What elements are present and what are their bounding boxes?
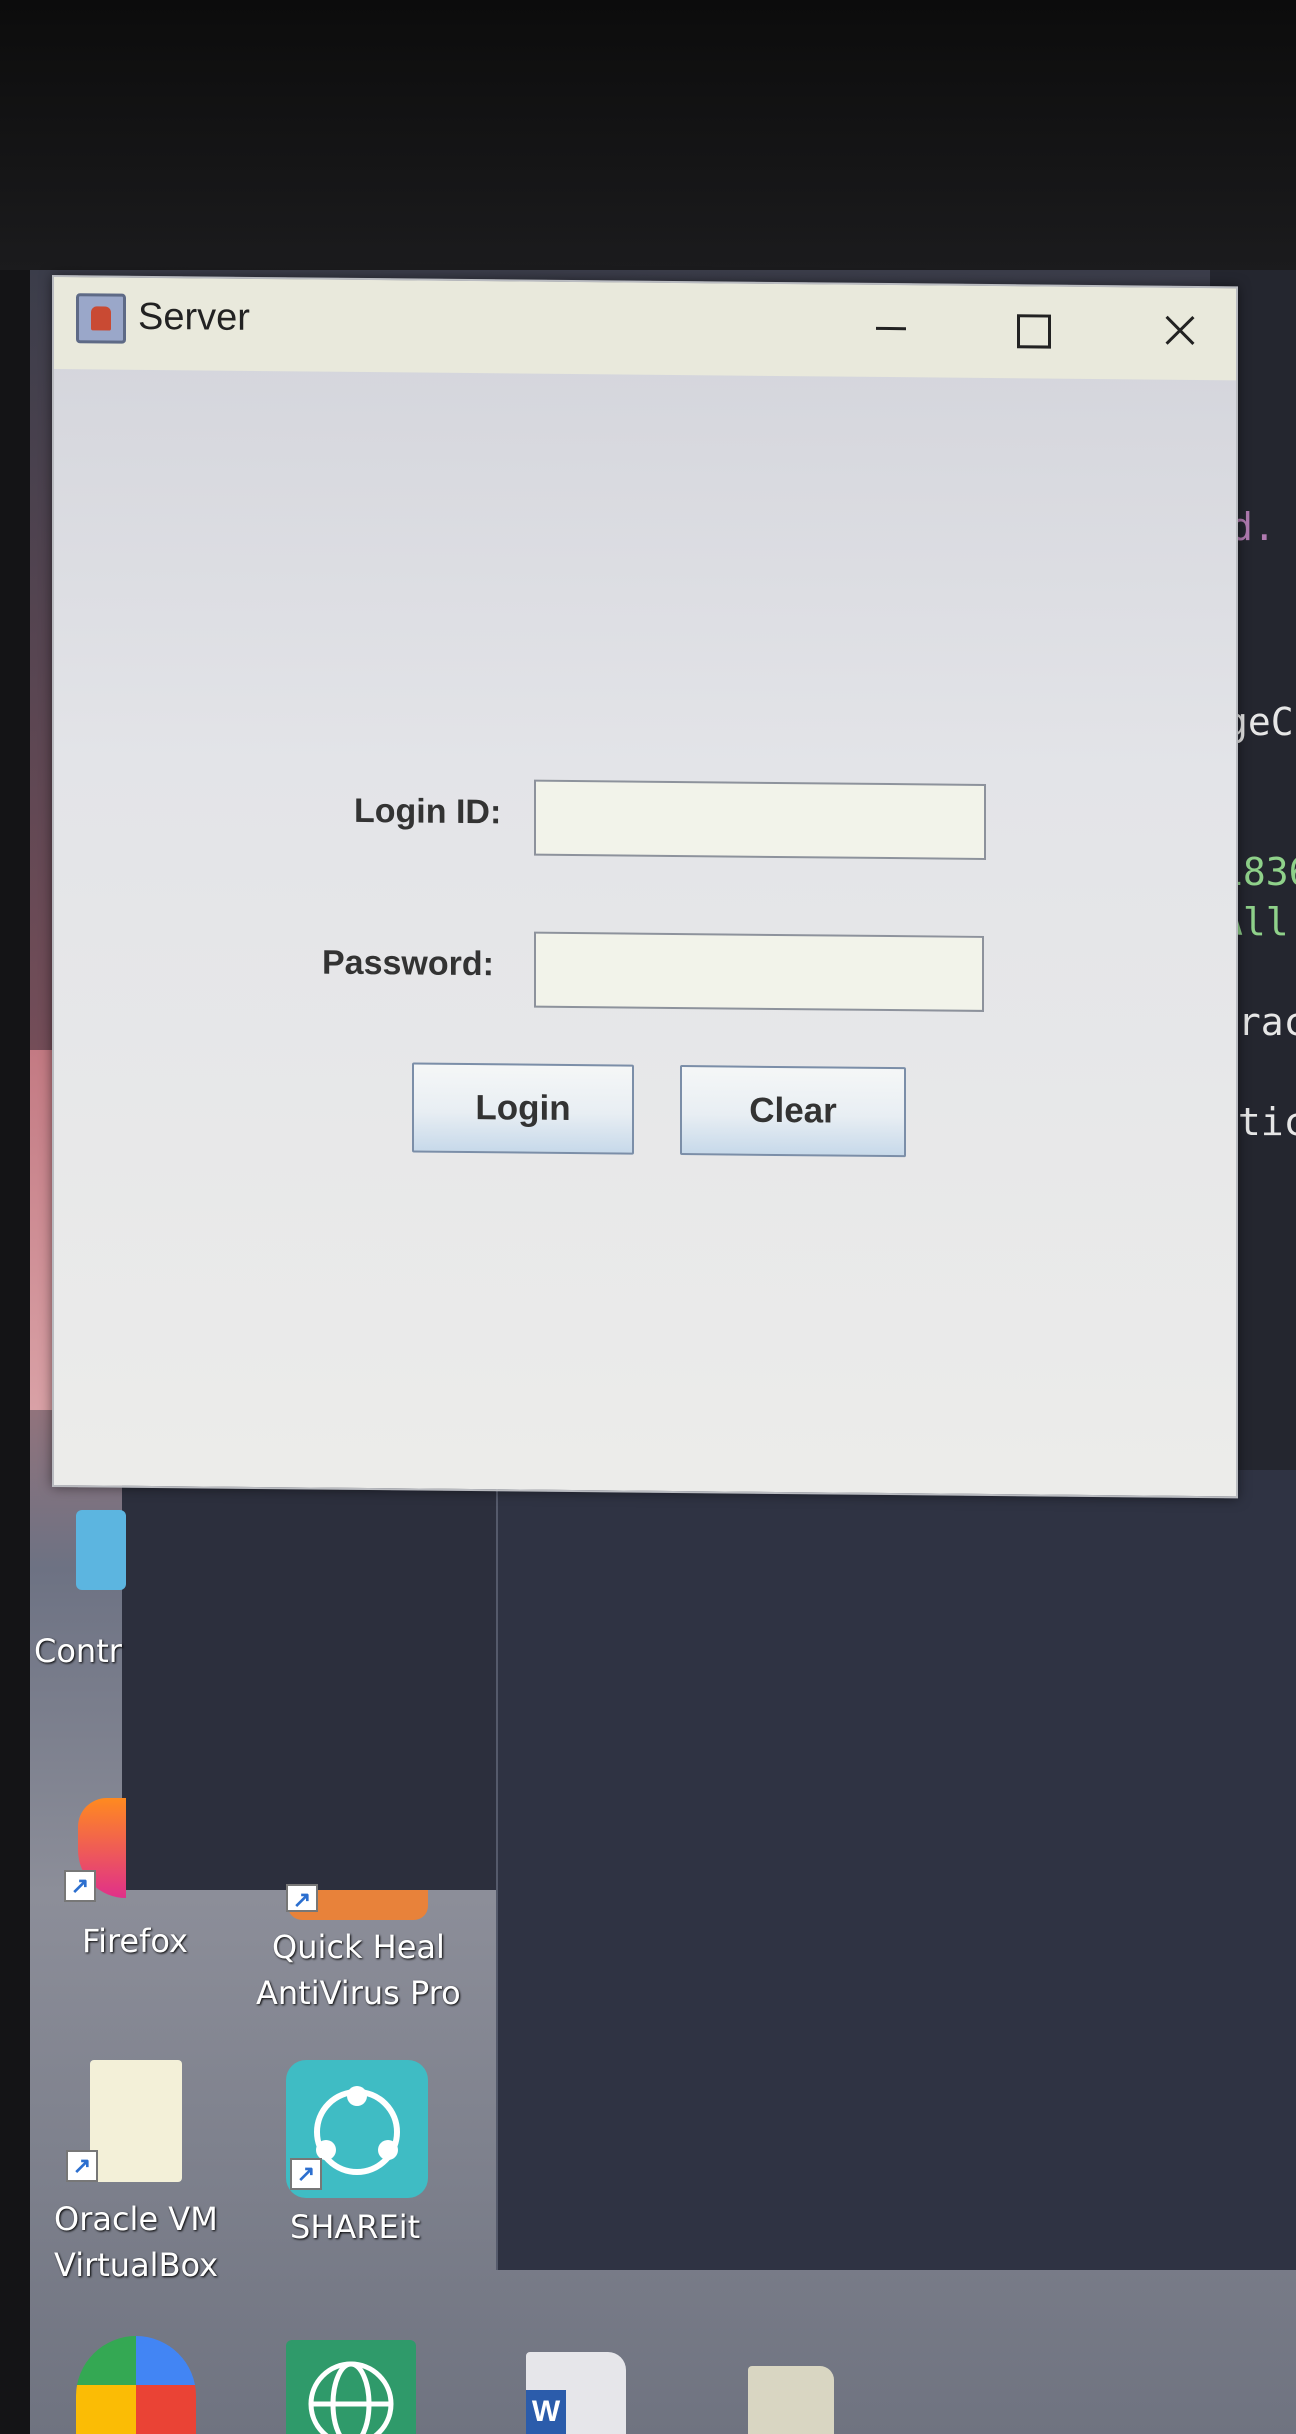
desktop-icon-label: SHAREit (290, 2208, 421, 2246)
desktop-icon-label: AntiVirus Pro (256, 1974, 461, 2012)
login-button[interactable]: Login (412, 1062, 634, 1155)
maximize-button[interactable] (997, 294, 1067, 365)
title-bar[interactable]: Server (54, 277, 1236, 381)
globe-icon[interactable] (286, 2340, 416, 2434)
java-app-icon (76, 293, 126, 344)
login-id-field[interactable] (534, 779, 986, 860)
minimize-button[interactable] (854, 293, 924, 364)
desktop-icon-label: VirtualBox (54, 2246, 219, 2284)
desktop-icon-label: Firefox (82, 1922, 188, 1960)
file-icon[interactable] (748, 2366, 834, 2434)
password-field[interactable] (534, 931, 984, 1012)
background-window-panel (496, 1470, 1296, 2270)
background-window-panel (122, 1460, 502, 1890)
desktop-icon-label: Contr (34, 1632, 122, 1670)
window-title: Server (138, 295, 250, 339)
shortcut-arrow-icon: ↗ (290, 2158, 322, 2190)
word-document-icon[interactable]: W (526, 2352, 626, 2434)
server-login-window: Server Login ID: Password: Login Clear (52, 275, 1238, 1499)
password-label: Password: (322, 943, 494, 984)
shortcut-arrow-icon: ↗ (66, 2150, 98, 2182)
desktop-icon-label: Quick Heal (272, 1928, 445, 1966)
document-icon (90, 2060, 182, 2182)
shortcut-arrow-icon: ↗ (286, 1884, 318, 1912)
close-button[interactable] (1144, 295, 1214, 366)
shortcut-arrow-icon: ↗ (64, 1870, 96, 1902)
clear-button[interactable]: Clear (680, 1065, 906, 1158)
desktop-icon-label: Oracle VM (54, 2200, 218, 2238)
login-id-label: Login ID: (354, 791, 502, 832)
monitor-bezel (0, 0, 1296, 270)
control-panel-icon (76, 1510, 126, 1590)
